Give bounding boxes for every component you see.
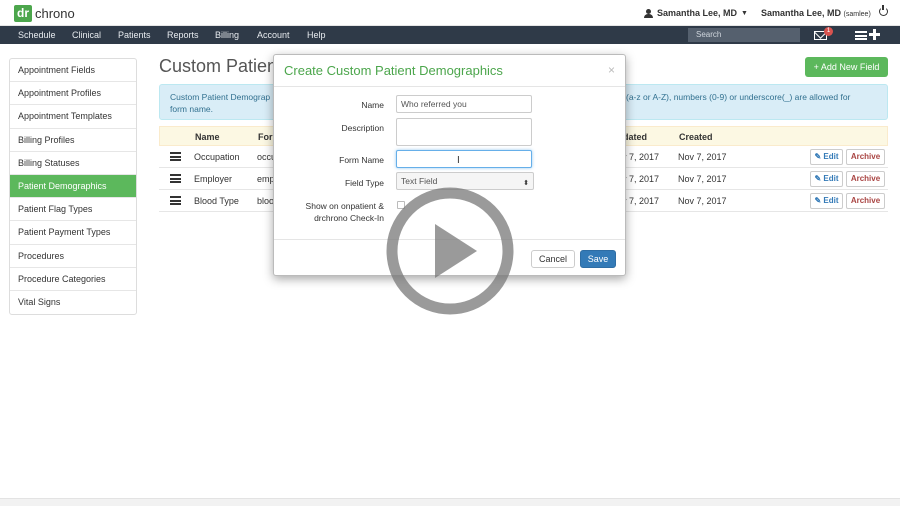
sidebar-item-appointment-profiles[interactable]: Appointment Profiles [10,82,136,106]
show-onpatient-label: Show on onpatient & drchrono Check-In [284,200,384,224]
description-label: Description [341,123,384,133]
drag-handle-icon[interactable] [170,152,181,161]
form-name-input[interactable]: I [396,150,532,168]
modal-header: Create Custom Patient Demographics × [274,55,625,87]
sidebar-item-billing-statuses[interactable]: Billing Statuses [10,152,136,175]
edit-button[interactable]: ✎ Edit [810,193,843,209]
sidebar-item-procedure-categories[interactable]: Procedure Categories [10,268,136,291]
user-icon [644,8,653,18]
select-arrows-icon: ⬍ [523,180,529,187]
archive-button[interactable]: Archive [846,171,885,187]
sidebar-item-patient-demographics[interactable]: Patient Demographics [10,174,136,199]
page-title: Custom Patient [159,56,283,76]
logo-dr: dr [14,5,32,22]
info-text-left: Custom Patient Demograp form name. [170,92,271,114]
archive-button[interactable]: Archive [846,193,885,209]
user-menu-label: Samantha Lee, MD [657,8,738,18]
logout-power-icon[interactable] [879,5,888,16]
row-created: Nov 7, 2017 [678,152,727,162]
user-account-link[interactable]: Samantha Lee, MD (samlee) [761,8,871,18]
settings-sidebar: Appointment Fields Appointment Profiles … [9,58,137,316]
nav-reports[interactable]: Reports [167,30,199,40]
drag-handle-icon[interactable] [170,196,181,205]
nav-schedule[interactable]: Schedule [18,30,56,40]
name-label: Name [361,100,384,110]
video-play-icon[interactable] [385,186,515,316]
row-updated: v 7, 2017 [622,174,660,184]
user-menu[interactable]: Samantha Lee, MD ▼ [644,8,748,18]
drag-handle-icon[interactable] [170,174,181,183]
user-right-name: Samantha Lee, MD [761,8,842,18]
header-name: Name [195,132,220,142]
sidebar-item-patient-payment-types[interactable]: Patient Payment Types [10,221,136,245]
name-input[interactable]: Who referred you [396,95,532,113]
add-new-field-button[interactable]: + Add New Field [805,57,888,77]
row-updated: v 7, 2017 [622,152,660,162]
caret-down-icon: ▼ [741,9,748,17]
top-bar: dr chrono Samantha Lee, MD ▼ Samantha Le… [0,0,900,26]
drchrono-logo[interactable]: dr chrono [14,5,75,22]
nav-billing[interactable]: Billing [215,30,239,40]
edit-button[interactable]: ✎ Edit [810,171,843,187]
nav-clinical[interactable]: Clinical [72,30,101,40]
info-text-right: (a-z or A-Z), numbers (0-9) or underscor… [626,92,851,102]
mail-count-badge: 1 [824,27,833,36]
row-form-name: bloo [257,196,275,206]
header-created: Created [679,132,713,142]
row-name: Blood Type [194,196,239,206]
sidebar-item-billing-profiles[interactable]: Billing Profiles [10,129,136,152]
sidebar-item-appointment-fields[interactable]: Appointment Fields [10,59,136,83]
sidebar-item-procedures[interactable]: Procedures [10,245,136,268]
show-label-line2: drchrono Check-In [314,213,384,223]
field-type-label: Field Type [344,178,384,188]
search-input[interactable]: Search [688,28,800,42]
main-navbar: Schedule Clinical Patients Reports Billi… [0,26,900,44]
hamburger-menu-icon[interactable] [855,31,867,40]
row-created: Nov 7, 2017 [678,174,727,184]
row-name: Employer [194,174,233,184]
sidebar-item-vital-signs[interactable]: Vital Signs [10,291,136,314]
archive-button[interactable]: Archive [846,149,885,165]
sidebar-item-appointment-templates[interactable]: Appointment Templates [10,105,136,129]
save-button[interactable]: Save [580,250,616,268]
row-name: Occupation [194,152,240,162]
field-type-value: Text Field [401,176,438,186]
nav-patients[interactable]: Patients [118,30,151,40]
logo-chrono: chrono [35,6,75,21]
form-name-label: Form Name [339,155,384,165]
edit-button[interactable]: ✎ Edit [810,149,843,165]
row-form-name: emp [257,174,275,184]
cancel-button[interactable]: Cancel [531,250,575,268]
description-textarea[interactable] [396,118,532,146]
modal-title: Create Custom Patient Demographics [284,63,503,78]
nav-help[interactable]: Help [307,30,326,40]
username-label: (samlee) [843,11,871,18]
header-form-name: For [258,132,273,142]
sidebar-item-patient-flag-types[interactable]: Patient Flag Types [10,198,136,222]
bottom-bar [0,498,900,506]
row-created: Nov 7, 2017 [678,196,727,206]
nav-account[interactable]: Account [257,30,290,40]
plus-icon[interactable] [869,29,880,40]
header-updated: dated [623,132,648,142]
text-cursor-icon: I [457,155,460,166]
show-label-line1: Show on onpatient & [305,201,384,211]
close-icon[interactable]: × [608,63,615,77]
row-updated: v 7, 2017 [622,196,660,206]
